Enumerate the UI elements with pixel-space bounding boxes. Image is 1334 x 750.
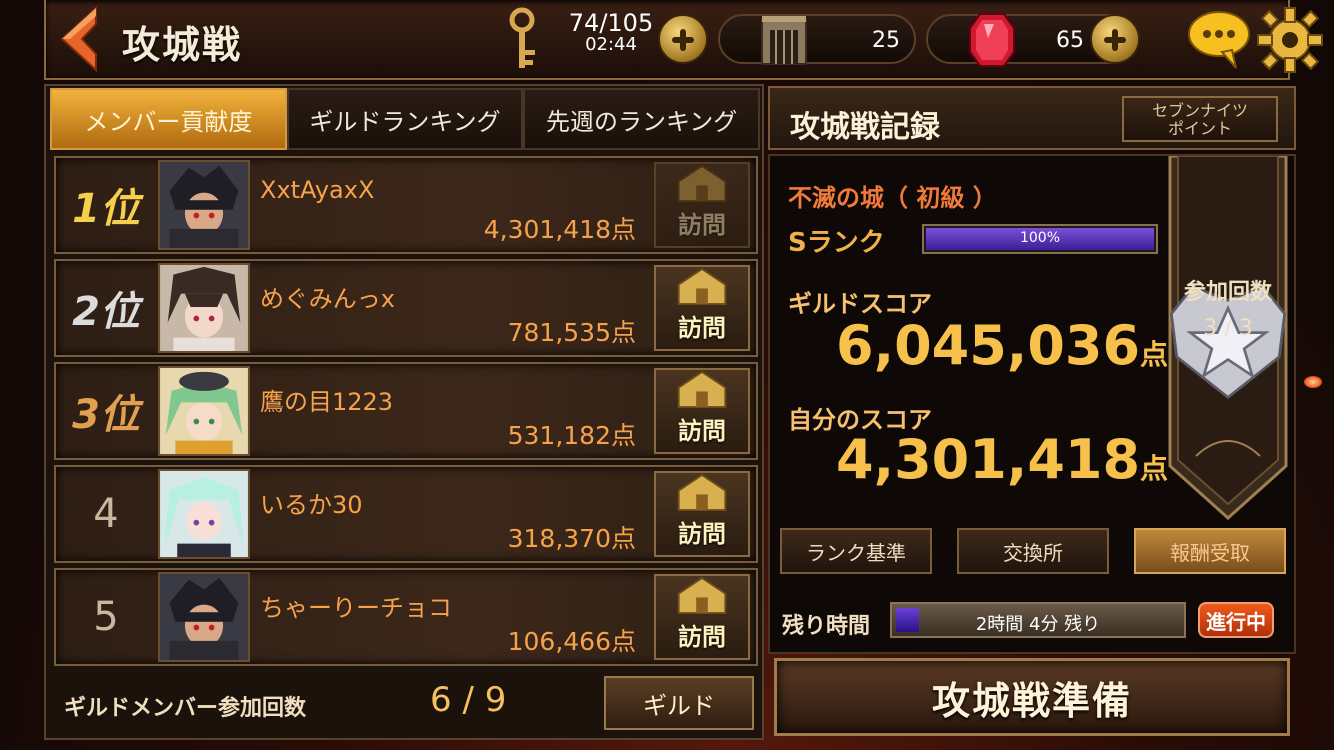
rank-progress-bar: 100% [922,224,1158,254]
record-header: 攻城戦記録 セブンナイツ ポイント [768,86,1296,150]
seven-knights-button-line1: セブンナイツ [1151,101,1248,120]
stamina-value: 74/105 [568,9,654,37]
remaining-time-value: 2時間 4分 残り [975,614,1101,635]
my-score: 4,301,418点 [836,428,1168,491]
top-bar: 攻城戦 74/105 02:44 25 65 [44,0,1323,80]
ranking-tabs: メンバー貢献度 ギルドランキング 先週のランキング [50,88,761,150]
player-name: ちゃーりーチョコ [260,594,452,622]
list-item: 2位 めぐみんっx 781,535点 訪問 [54,259,758,357]
tab-guild-ranking[interactable]: ギルドランキング [286,88,524,150]
page-title: 攻城戦 [122,23,243,67]
list-item: 4 いるか30 318,370点 訪問 [54,465,758,563]
visit-button[interactable]: 訪問 [654,162,750,248]
visit-label: 訪問 [678,314,726,342]
visit-label: 訪問 [678,520,726,548]
seven-knights-point-button[interactable]: セブンナイツ ポイント [1122,96,1278,142]
gear-icon[interactable] [1256,6,1324,74]
game-screen: 攻城戦 74/105 02:44 25 65 メンバー貢献度 ギルドランキング … [0,0,1334,750]
rank-label: 3位 [72,392,140,438]
player-score: 781,535点 [507,318,636,347]
player-score: 318,370点 [507,524,636,553]
tab-member-contribution[interactable]: メンバー貢献度 [50,88,287,150]
player-score: 4,301,418点 [483,215,636,244]
participation-banner: 参加回数 3 / 3 [1166,156,1290,520]
gem-count: 65 [1056,28,1084,53]
my-score-value: 4,301,418 [836,428,1141,491]
house-icon [677,164,727,203]
add-stamina-button[interactable] [658,14,708,64]
rank-progress-label: 100% [1019,230,1061,246]
status-badge: 進行中 [1198,602,1274,638]
seven-knights-button-line2: ポイント [1167,119,1232,138]
rank-criteria-button[interactable]: ランク基準 [780,528,932,574]
receive-reward-button[interactable]: 報酬受取 [1134,528,1286,574]
visit-label: 訪問 [678,211,726,239]
guild-member-footer: ギルドメンバー参加回数 6 / 9 ギルド [50,672,760,734]
guild-score-value: 6,045,036 [836,314,1141,377]
remaining-time-label: 残り時間 [782,614,871,639]
visit-button[interactable]: 訪問 [654,471,750,557]
house-icon [677,473,727,512]
castle-name: 不滅の城（ 初級 ） [788,184,997,212]
rank-label: 2位 [72,289,140,335]
player-score: 106,466点 [507,627,636,656]
visit-button[interactable]: 訪問 [654,574,750,660]
back-arrow-icon[interactable] [56,5,104,73]
siege-prepare-label: 攻城戦準備 [931,678,1132,723]
rank-label: 4 [93,491,119,537]
house-icon [677,370,727,409]
member-list: 1位 XxtAyaxX 4,301,418点 訪問 2位 めぐみんっx 781,… [54,156,758,671]
rank-label: 5 [93,594,119,640]
house-icon [677,576,727,615]
rank-label: 1位 [72,186,140,232]
guild-score-unit: 点 [1140,338,1169,371]
house-icon [677,267,727,306]
visit-button[interactable]: 訪問 [654,368,750,454]
siege-prepare-button[interactable]: 攻城戦準備 [774,658,1290,736]
member-participation-count: 6 / 9 [430,680,507,720]
participation-label: 参加回数 [1183,280,1272,305]
my-score-unit: 点 [1140,452,1169,485]
key-icon [509,7,535,68]
record-actions: ランク基準 交換所 報酬受取 [780,528,1286,576]
guild-score: 6,045,036点 [836,314,1168,377]
rank-grade: Sランク [788,228,885,258]
record-title: 攻城戦記録 [790,110,940,145]
member-participation-label: ギルドメンバー参加回数 [64,696,307,721]
list-item: 5 ちゃーりーチョコ 106,466点 訪問 [54,568,758,666]
avatar [158,263,250,353]
exchange-button[interactable]: 交換所 [957,528,1109,574]
ember-decoration [1304,376,1322,388]
player-name: めぐみんっx [260,285,395,313]
visit-button[interactable]: 訪問 [654,265,750,351]
participation-value: 3 / 3 [1203,316,1253,341]
visit-label: 訪問 [678,417,726,445]
ruby-gem-icon [969,13,1015,67]
avatar [158,469,250,559]
avatar [158,366,250,456]
player-name: 鷹の目1223 [260,388,394,416]
avatar [158,160,250,250]
list-item: 1位 XxtAyaxX 4,301,418点 訪問 [54,156,758,254]
player-name: XxtAyaxX [260,176,375,204]
gate-count: 25 [872,28,900,53]
chat-bubble-icon[interactable] [1186,8,1252,70]
gate-counter: 25 [718,14,916,64]
remaining-time-bar: 2時間 4分 残り [890,602,1186,638]
avatar [158,572,250,662]
add-gem-button[interactable] [1090,14,1140,64]
tab-last-week-ranking[interactable]: 先週のランキング [523,88,761,150]
member-contribution-panel: メンバー貢献度 ギルドランキング 先週のランキング 1位 XxtAyaxX 4,… [44,84,764,740]
siege-record-panel: 攻城戦記録 セブンナイツ ポイント 不滅の城（ 初級 ） Sランク 100% ギ… [768,84,1296,740]
guild-button[interactable]: ギルド [604,676,754,730]
player-score: 531,182点 [507,421,636,450]
list-item: 3位 鷹の目1223 531,182点 訪問 [54,362,758,460]
stamina-timer: 02:44 [585,34,637,55]
visit-label: 訪問 [678,623,726,651]
record-body: 不滅の城（ 初級 ） Sランク 100% ギルドスコア 6,045,036点 自… [768,154,1296,654]
castle-gate-icon [761,16,807,65]
player-name: いるか30 [260,491,363,519]
stamina-display: 74/105 02:44 [546,10,676,54]
